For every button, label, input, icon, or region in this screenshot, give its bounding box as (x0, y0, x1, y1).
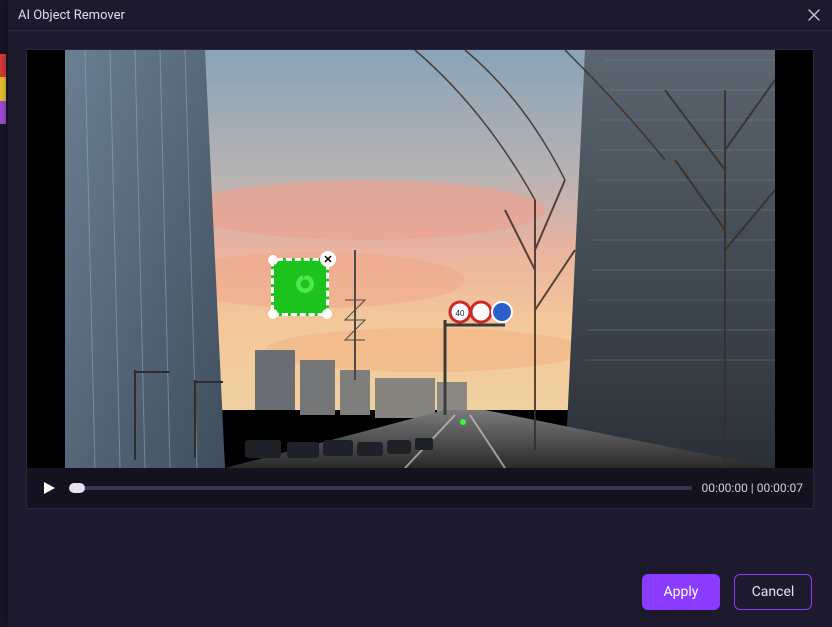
resize-handle-bl[interactable] (268, 309, 278, 319)
preview-panel: 40 (26, 49, 814, 509)
play-icon (42, 481, 56, 495)
svg-text:40: 40 (456, 309, 465, 318)
time-separator: | (748, 481, 757, 495)
transport-bar: 00:00:00 | 00:00:07 (27, 468, 813, 508)
selection-box[interactable]: ✕ (271, 258, 329, 316)
time-current: 00:00:00 (702, 481, 748, 495)
footer: Apply Cancel (8, 563, 832, 627)
video-frame: 40 (65, 50, 775, 468)
remove-selection-icon[interactable]: ✕ (320, 251, 336, 267)
apply-button[interactable]: Apply (642, 574, 720, 610)
close-icon[interactable] (806, 7, 822, 23)
playhead[interactable] (69, 483, 85, 493)
accent-strip (0, 54, 6, 124)
timeline[interactable] (71, 486, 692, 490)
content: 40 (8, 31, 832, 563)
play-button[interactable] (37, 476, 61, 500)
resize-handle-br[interactable] (322, 309, 332, 319)
cancel-button[interactable]: Cancel (734, 574, 812, 610)
titlebar: AI Object Remover (8, 0, 832, 31)
timecode: 00:00:00 | 00:00:07 (702, 481, 803, 495)
window-title: AI Object Remover (18, 8, 125, 23)
dialog: AI Object Remover (8, 0, 832, 627)
resize-handle-tl[interactable] (268, 255, 278, 265)
time-total: 00:00:07 (757, 481, 803, 495)
video-area[interactable]: 40 (27, 50, 813, 468)
